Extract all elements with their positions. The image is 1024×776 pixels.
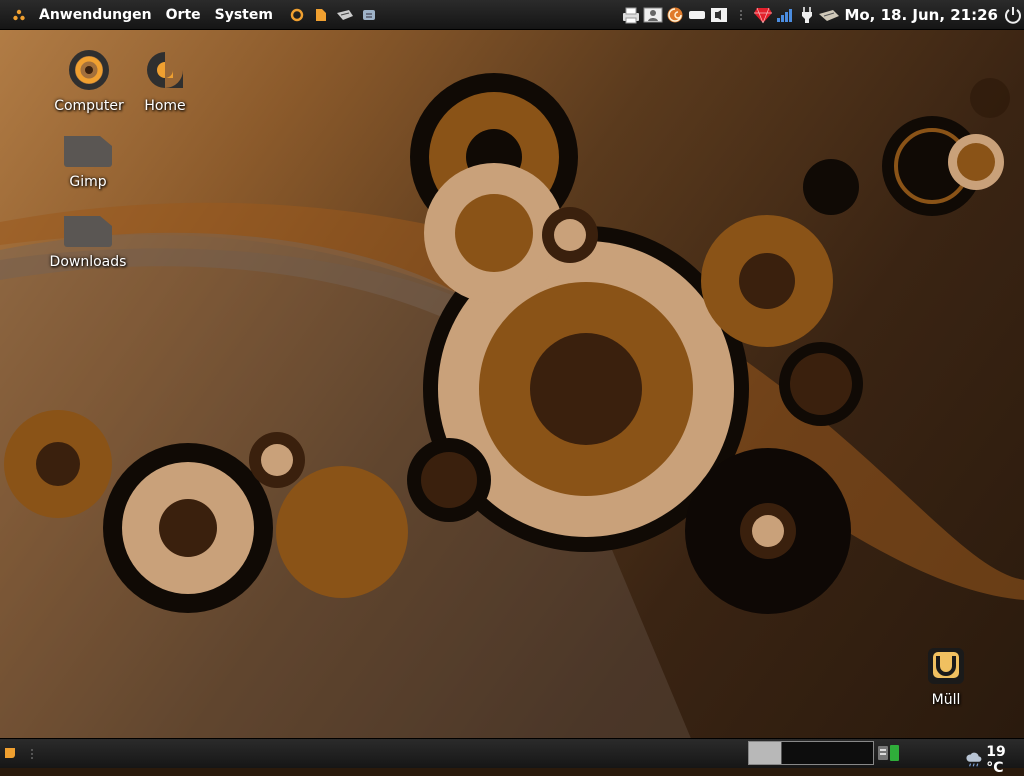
panel-handle-icon[interactable] xyxy=(30,748,34,760)
show-desktop-icon[interactable] xyxy=(4,747,16,759)
user-switch-icon[interactable] xyxy=(642,5,664,25)
home-icon xyxy=(147,52,183,88)
desktop-icon-label: Downloads xyxy=(49,254,127,270)
main-menu: Anwendungen Orte System xyxy=(0,0,280,30)
bottom-panel: 19 °C xyxy=(0,738,1024,776)
power-plug-icon[interactable] xyxy=(796,5,818,25)
launchers xyxy=(288,6,378,24)
folder-icon xyxy=(64,216,112,247)
separator-icon xyxy=(730,5,752,25)
shell-icon[interactable] xyxy=(664,5,686,25)
desktop[interactable]: Computer Home Gimp Downloads Müll xyxy=(0,30,1024,738)
trash-icon xyxy=(928,648,964,684)
desktop-icon-downloads[interactable]: Downloads xyxy=(43,214,133,270)
cloud-rain-icon xyxy=(966,752,982,767)
system-tray: Mo, 18. Jun, 21:26 xyxy=(620,0,1024,30)
menu-system[interactable]: System xyxy=(208,0,280,30)
menu-anwendungen[interactable]: Anwendungen xyxy=(32,0,159,30)
desktop-icon-label: Home xyxy=(144,98,186,114)
desktop-icon-trash[interactable]: Müll xyxy=(901,646,991,708)
volume-icon[interactable] xyxy=(708,5,730,25)
desktop-icon-label: Computer xyxy=(54,98,124,114)
battery-icon[interactable] xyxy=(877,744,901,762)
clock[interactable]: Mo, 18. Jun, 21:26 xyxy=(844,6,998,24)
signal-icon[interactable] xyxy=(774,5,796,25)
ruby-icon[interactable] xyxy=(752,5,774,25)
firefox-icon[interactable] xyxy=(288,6,306,24)
weather-temperature: 19 °C xyxy=(986,744,1006,776)
menu-orte[interactable]: Orte xyxy=(159,0,208,30)
distro-logo-icon[interactable] xyxy=(12,8,26,22)
folder-icon[interactable] xyxy=(312,6,330,24)
desktop-icon-label: Gimp xyxy=(69,174,107,190)
workspace-switcher[interactable] xyxy=(748,741,874,765)
desktop-icon-label: Müll xyxy=(931,692,961,708)
printer-icon[interactable] xyxy=(620,5,642,25)
desktop-icon-home[interactable]: Home xyxy=(120,48,210,114)
mail-icon[interactable] xyxy=(336,6,354,24)
workspace-1[interactable] xyxy=(749,742,781,764)
workspace-2[interactable] xyxy=(781,742,873,764)
desktop-icon-gimp[interactable]: Gimp xyxy=(43,134,133,190)
top-panel: Anwendungen Orte System Mo, 18. Jun, 21:… xyxy=(0,0,1024,30)
disk-icon[interactable] xyxy=(686,5,708,25)
computer-icon xyxy=(69,50,109,90)
shutdown-icon[interactable] xyxy=(1002,5,1024,25)
network-icon[interactable] xyxy=(360,6,378,24)
weather-applet[interactable]: 19 °C xyxy=(966,744,1024,776)
mouse-icon[interactable] xyxy=(818,5,840,25)
wallpaper xyxy=(0,73,1024,738)
folder-icon xyxy=(64,136,112,167)
